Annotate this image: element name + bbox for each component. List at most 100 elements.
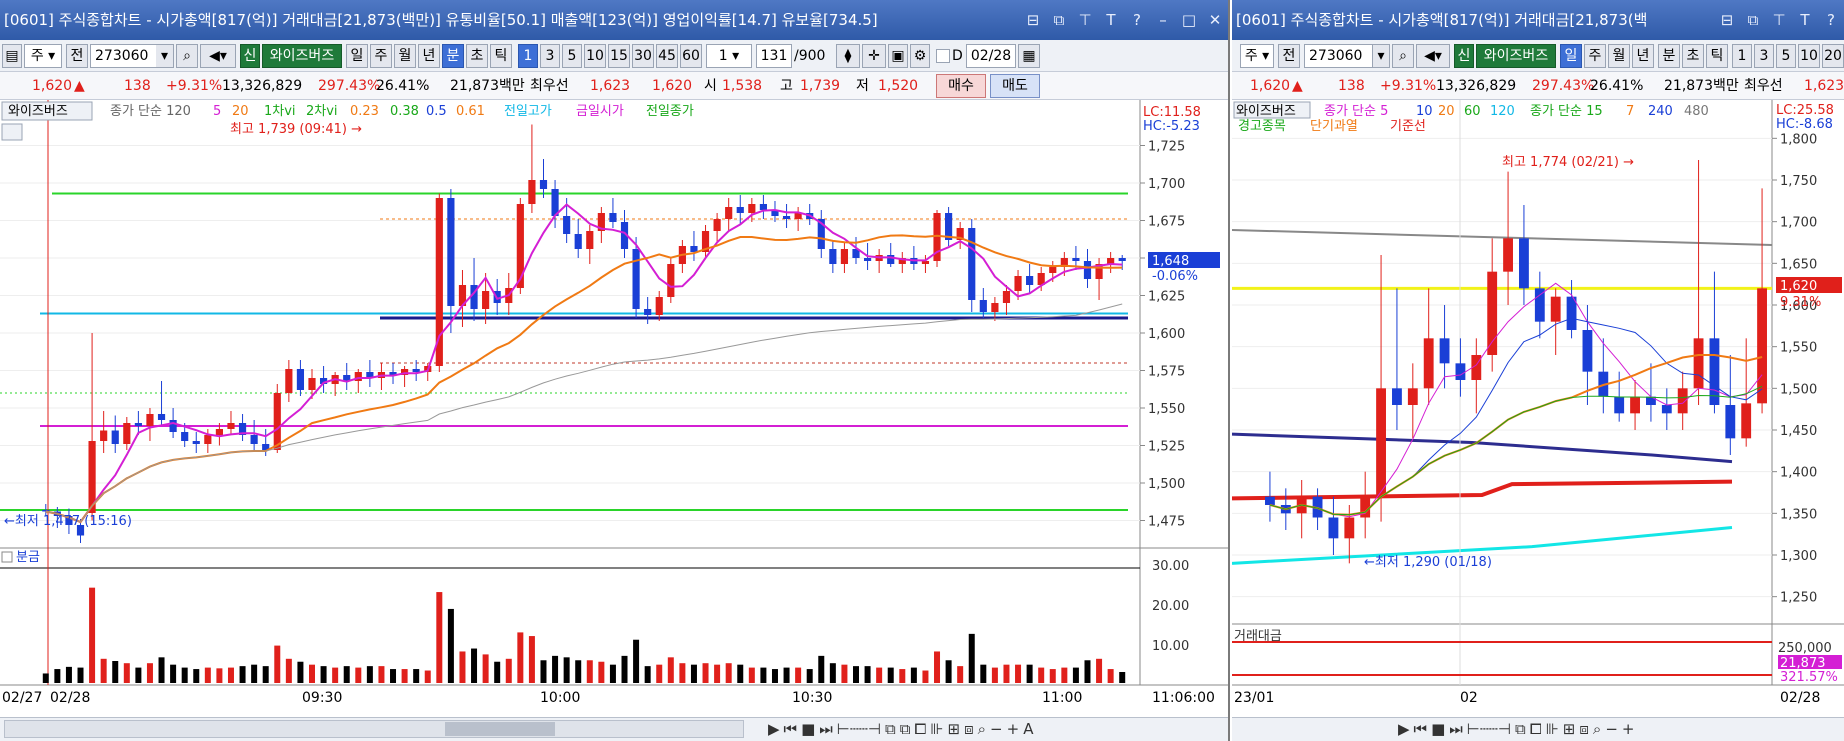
right-zoom-window-icon[interactable]: ⧉: [1515, 720, 1526, 738]
right-period-month[interactable]: 월: [1608, 44, 1630, 68]
interval-5[interactable]: 5: [562, 44, 582, 68]
count-input[interactable]: 131: [756, 44, 792, 68]
sound-icon[interactable]: ◀▾: [200, 44, 236, 68]
close-icon[interactable]: ✕: [1206, 0, 1224, 40]
interval-60[interactable]: 60: [680, 44, 702, 68]
right-period-tick[interactable]: 틱: [1706, 44, 1728, 68]
left-scroll-thumb[interactable]: [445, 722, 555, 736]
forward-icon[interactable]: ⏭: [819, 720, 833, 738]
menu-icon[interactable]: ▤: [2, 44, 22, 68]
right-code-dropdown-icon[interactable]: ▾: [1372, 44, 1390, 68]
tool-icon[interactable]: ⧫: [836, 44, 860, 68]
right-type-select[interactable]: 주 ▾: [1240, 44, 1274, 68]
period-day[interactable]: 일: [346, 44, 368, 68]
right-forward-icon[interactable]: ⏭: [1449, 720, 1463, 738]
right-pin-icon[interactable]: ⊤: [1770, 0, 1788, 40]
right-layout-icon[interactable]: ⊟: [1718, 0, 1736, 40]
period-week[interactable]: 주: [370, 44, 392, 68]
right-copy-icon[interactable]: ⧠: [1530, 720, 1542, 738]
magnifier-icon[interactable]: ⌕: [978, 720, 986, 738]
cross-icon[interactable]: ✛: [862, 44, 886, 68]
right-rewind-icon[interactable]: ⏮: [1414, 720, 1428, 738]
right-period-year[interactable]: 년: [1632, 44, 1654, 68]
calendar-icon[interactable]: ▦: [1018, 44, 1040, 68]
prev-button[interactable]: 전: [66, 44, 88, 68]
pin-icon[interactable]: ⊤: [1076, 0, 1094, 40]
right-help-icon[interactable]: ?: [1822, 0, 1840, 40]
right-sound-icon[interactable]: ◀▾: [1416, 44, 1450, 68]
interval-45[interactable]: 45: [656, 44, 678, 68]
right-period-second[interactable]: 초: [1682, 44, 1704, 68]
right-font-icon[interactable]: T: [1796, 0, 1814, 40]
interval-3[interactable]: 3: [540, 44, 560, 68]
text-tool-icon[interactable]: A: [1023, 720, 1033, 738]
left-chart-area[interactable]: 1,7251,7001,6751,6501,6251,6001,5751,550…: [0, 100, 1230, 717]
zoom-window2-icon[interactable]: ⧉: [900, 720, 911, 738]
left-scrollbar[interactable]: [4, 720, 744, 738]
bars-icon[interactable]: ⊪: [930, 720, 943, 738]
candle-up: [1407, 388, 1418, 405]
right-tile-icon[interactable]: ⧉: [1744, 0, 1762, 40]
right-zoom-in-icon[interactable]: +: [1622, 720, 1635, 738]
ruler-icon[interactable]: ⊢┄┄⊣: [837, 720, 881, 738]
left-titlebar[interactable]: [0601] 주식종합차트 - 시가총액[817(억)] 거래대금[21,873…: [0, 0, 1228, 40]
count-select[interactable]: 1 ▾: [706, 44, 752, 68]
candle-up: [1677, 388, 1688, 414]
right-zoom-out-icon[interactable]: −: [1605, 720, 1618, 738]
date-input[interactable]: 02/28: [966, 44, 1016, 68]
font-icon[interactable]: T: [1102, 0, 1120, 40]
type-select[interactable]: 주 ▾: [24, 44, 62, 68]
period-tick[interactable]: 틱: [490, 44, 512, 68]
period-minute[interactable]: 분: [442, 44, 464, 68]
period-second[interactable]: 초: [466, 44, 488, 68]
rewind-icon[interactable]: ⏮: [784, 720, 798, 738]
export-icon[interactable]: ⧈: [964, 720, 974, 738]
date-checkbox[interactable]: [936, 49, 950, 63]
save-icon[interactable]: ▣: [888, 44, 908, 68]
right-period-week[interactable]: 주: [1584, 44, 1606, 68]
right-ruler-icon[interactable]: ⊢┄┄⊣: [1467, 720, 1511, 738]
interval-30[interactable]: 30: [632, 44, 654, 68]
right-period-day[interactable]: 일: [1560, 44, 1582, 68]
zoom-window-icon[interactable]: ⧉: [885, 720, 896, 738]
right-chart-area[interactable]: 1,8001,7501,7001,6501,6001,5501,5001,450…: [1232, 100, 1844, 717]
sell-button[interactable]: 매도: [990, 74, 1040, 98]
code-dropdown-icon[interactable]: ▾: [156, 44, 174, 68]
right-prev-button[interactable]: 전: [1278, 44, 1300, 68]
interval-15[interactable]: 15: [608, 44, 630, 68]
help-icon[interactable]: ?: [1128, 0, 1146, 40]
right-search-icon[interactable]: ⌕: [1392, 44, 1414, 68]
volume-toggle-icon[interactable]: [1, 551, 13, 563]
maximize-icon[interactable]: □: [1180, 0, 1198, 40]
minimize-icon[interactable]: –: [1154, 0, 1172, 40]
split-icon[interactable]: ⊞: [948, 720, 961, 738]
zoom-in-icon[interactable]: +: [1007, 720, 1020, 738]
right-interval-20[interactable]: 20: [1822, 44, 1844, 68]
chart-settings-icon[interactable]: [1, 123, 23, 141]
right-export-icon[interactable]: ⧈: [1579, 720, 1589, 738]
zoom-out-icon[interactable]: −: [990, 720, 1003, 738]
layout-icon[interactable]: ⊟: [1024, 0, 1042, 40]
period-year[interactable]: 년: [418, 44, 440, 68]
right-interval-1[interactable]: 1: [1732, 44, 1752, 68]
copy-icon[interactable]: ⧠: [914, 720, 926, 738]
interval-10[interactable]: 10: [584, 44, 606, 68]
right-period-minute[interactable]: 분: [1658, 44, 1680, 68]
right-interval-10[interactable]: 10: [1798, 44, 1820, 68]
right-interval-3[interactable]: 3: [1754, 44, 1774, 68]
right-play-icon[interactable]: ▶: [1398, 720, 1410, 738]
search-icon[interactable]: ⌕: [176, 44, 198, 68]
right-titlebar[interactable]: [0601] 주식종합차트 - 시가총액[817(억)] 거래대금[21,873…: [1232, 0, 1844, 40]
settings-gear-icon[interactable]: ⚙: [910, 44, 930, 68]
tile-icon[interactable]: ⧉: [1050, 0, 1068, 40]
interval-1[interactable]: 1: [518, 44, 538, 68]
buy-button[interactable]: 매수: [936, 74, 986, 98]
right-split-icon[interactable]: ⊞: [1563, 720, 1576, 738]
play-icon[interactable]: ▶: [768, 720, 780, 738]
right-interval-5[interactable]: 5: [1776, 44, 1796, 68]
right-bars-icon[interactable]: ⊪: [1546, 720, 1559, 738]
period-month[interactable]: 월: [394, 44, 416, 68]
right-stop-icon[interactable]: ■: [1431, 720, 1445, 738]
stop-icon[interactable]: ■: [801, 720, 815, 738]
right-magnifier-icon[interactable]: ⌕: [1593, 720, 1601, 738]
